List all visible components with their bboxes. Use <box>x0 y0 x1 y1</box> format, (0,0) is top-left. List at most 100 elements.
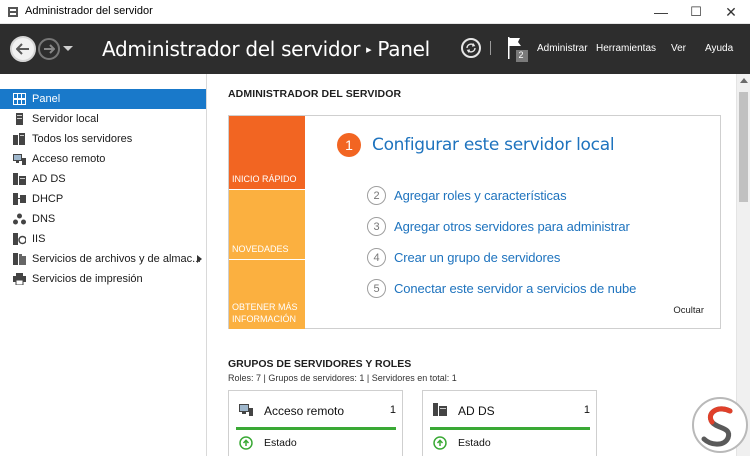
tile-label: OBTENER MÁS INFORMACIÓN <box>232 302 298 324</box>
back-button[interactable] <box>10 36 36 62</box>
minimize-button[interactable]: — <box>642 0 680 24</box>
menu-ayuda[interactable]: Ayuda <box>705 43 733 54</box>
scroll-up-icon[interactable] <box>740 78 748 83</box>
ad-ds-icon <box>13 173 26 185</box>
history-dropdown-icon[interactable] <box>63 46 73 51</box>
sidebar-item-ad-ds[interactable]: AD DS <box>0 169 206 189</box>
main-content: ADMINISTRADOR DEL SERVIDOR INICIO RÁPIDO… <box>208 74 736 456</box>
step-add-roles[interactable]: 2 Agregar roles y características <box>367 186 567 205</box>
step-link[interactable]: Configurar este servidor local <box>372 135 615 155</box>
sidebar-item-servicios-de-impresion[interactable]: Servicios de impresión <box>0 269 206 289</box>
page-title: ADMINISTRADOR DEL SERVIDOR <box>228 88 402 100</box>
role-card-name[interactable]: AD DS <box>458 404 495 418</box>
step-connect-cloud-services[interactable]: 5 Conectar este servidor a servicios de … <box>367 279 636 298</box>
step-number-badge: 4 <box>367 248 386 267</box>
breadcrumb-root[interactable]: Administrador del servidor <box>102 37 360 61</box>
arrow-right-icon <box>44 44 55 54</box>
sidebar: Panel Servidor local Todos los servidore… <box>0 74 207 456</box>
sidebar-item-label: Servicios de impresión <box>32 273 143 285</box>
sidebar-item-label: Servidor local <box>32 113 99 125</box>
server-manager-app-icon <box>8 7 18 17</box>
tile-label: NOVEDADES <box>232 244 289 254</box>
tile-inicio-rapido[interactable]: INICIO RÁPIDO <box>229 116 305 189</box>
sidebar-item-servidor-local[interactable]: Servidor local <box>0 109 206 129</box>
scrollbar-thumb[interactable] <box>739 92 748 202</box>
window-titlebar: Administrador del servidor — ☐ ✕ <box>0 0 750 24</box>
step-link[interactable]: Agregar otros servidores para administra… <box>394 219 630 234</box>
sidebar-item-panel[interactable]: Panel <box>0 89 206 109</box>
hide-quick-start-link[interactable]: Ocultar <box>673 305 704 316</box>
groups-section-title: GRUPOS DE SERVIDORES Y ROLES <box>228 358 412 370</box>
sidebar-item-label: Servicios de archivos y de almac... <box>32 253 200 265</box>
sidebar-item-label: AD DS <box>32 173 66 185</box>
window-title: Administrador del servidor <box>25 5 153 17</box>
role-card-acceso-remoto[interactable]: Acceso remoto 1 Estado <box>228 390 403 456</box>
step-number-badge: 2 <box>367 186 386 205</box>
status-ok-icon <box>433 436 447 450</box>
step-link[interactable]: Crear un grupo de servidores <box>394 250 560 265</box>
sidebar-item-label: Panel <box>32 93 61 105</box>
notifications-button[interactable]: 2 <box>506 35 532 63</box>
step-add-servers[interactable]: 3 Agregar otros servidores para administ… <box>367 217 630 236</box>
expand-arrow-icon[interactable] <box>197 255 202 263</box>
sidebar-item-dns[interactable]: DNS <box>0 209 206 229</box>
sidebar-item-iis[interactable]: IIS <box>0 229 206 249</box>
header-divider <box>490 41 491 55</box>
servers-icon <box>13 133 25 145</box>
tile-novedades[interactable]: NOVEDADES <box>229 189 305 259</box>
role-card-status-bar <box>430 427 590 430</box>
step-number-badge: 1 <box>337 133 361 157</box>
maximize-button[interactable]: ☐ <box>677 0 715 24</box>
remote-access-icon <box>239 404 253 416</box>
forward-button[interactable] <box>38 38 60 60</box>
step-link[interactable]: Agregar roles y características <box>394 188 567 203</box>
breadcrumb: Administrador del servidor ▸ Panel <box>102 37 430 61</box>
refresh-icon <box>466 43 476 53</box>
app-header: Administrador del servidor ▸ Panel 2 Admin… <box>0 24 750 74</box>
menu-ver[interactable]: Ver <box>671 43 686 54</box>
step-number-badge: 3 <box>367 217 386 236</box>
role-card-count: 1 <box>389 404 396 416</box>
quick-start-panel: INICIO RÁPIDO NOVEDADES OBTENER MÁS INFO… <box>228 115 721 329</box>
role-card-status[interactable]: Estado <box>264 437 297 449</box>
remote-access-icon <box>13 154 26 165</box>
sidebar-item-label: DHCP <box>32 193 64 205</box>
role-card-count: 1 <box>583 404 590 416</box>
sidebar-item-acceso-remoto[interactable]: Acceso remoto <box>0 149 206 169</box>
role-card-name[interactable]: Acceso remoto <box>264 404 344 418</box>
sidebar-item-servicios-de-archivos[interactable]: Servicios de archivos y de almac... <box>0 249 206 269</box>
printer-icon <box>13 273 26 285</box>
notification-count-badge: 2 <box>518 50 524 60</box>
menu-herramientas[interactable]: Herramientas <box>596 43 656 54</box>
sidebar-item-label: Acceso remoto <box>32 153 106 165</box>
ad-ds-icon <box>433 403 447 416</box>
groups-summary: Roles: 7 | Grupos de servidores: 1 | Ser… <box>228 373 457 383</box>
sidebar-item-label: IIS <box>32 233 46 245</box>
role-card-status[interactable]: Estado <box>458 437 491 449</box>
tile-obtener-mas-informacion[interactable]: OBTENER MÁS INFORMACIÓN <box>229 259 305 329</box>
step-number-badge: 5 <box>367 279 386 298</box>
tile-label: INICIO RÁPIDO <box>232 174 297 184</box>
role-card-status-bar <box>236 427 396 430</box>
step-link[interactable]: Conectar este servidor a servicios de nu… <box>394 281 636 296</box>
step-configure-local-server[interactable]: 1 Configurar este servidor local <box>337 133 615 157</box>
step-create-server-group[interactable]: 4 Crear un grupo de servidores <box>367 248 560 267</box>
sidebar-item-label: DNS <box>32 213 56 225</box>
role-card-ad-ds[interactable]: AD DS 1 Estado <box>422 390 597 456</box>
breadcrumb-separator-icon: ▸ <box>366 43 372 56</box>
dns-icon <box>13 213 26 225</box>
menu-administrar[interactable]: Administrar <box>537 43 588 54</box>
iis-icon <box>13 233 26 245</box>
sidebar-item-todos-los-servidores[interactable]: Todos los servidores <box>0 129 206 149</box>
watermark-logo <box>692 397 748 453</box>
status-ok-icon <box>239 436 253 450</box>
server-icon <box>16 113 23 125</box>
arrow-left-icon <box>16 43 29 55</box>
refresh-button[interactable] <box>461 38 481 58</box>
sidebar-item-dhcp[interactable]: DHCP <box>0 189 206 209</box>
dashboard-icon <box>13 93 26 105</box>
sidebar-item-label: Todos los servidores <box>32 133 133 145</box>
file-services-icon <box>13 253 26 265</box>
breadcrumb-current: Panel <box>377 37 430 61</box>
close-button[interactable]: ✕ <box>712 0 750 24</box>
